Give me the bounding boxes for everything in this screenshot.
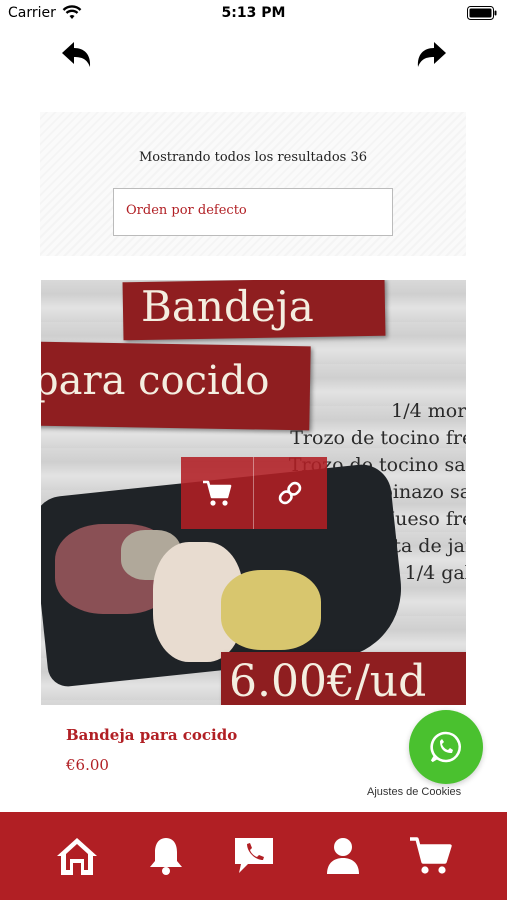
link-icon	[278, 481, 302, 505]
add-to-cart-button[interactable]	[181, 457, 253, 529]
battery-icon	[467, 6, 497, 20]
image-heading-line2: para cocido	[41, 358, 270, 404]
clock: 5:13 PM	[221, 5, 286, 21]
product-action-overlay	[181, 457, 327, 529]
tab-home[interactable]	[52, 834, 102, 878]
back-arrow-icon[interactable]	[60, 40, 94, 70]
results-count-text: Mostrando todos los resultados 36	[138, 150, 368, 165]
tab-cart[interactable]	[406, 834, 456, 878]
product-price: €6.00	[66, 756, 109, 774]
bell-icon	[150, 838, 182, 875]
product-title[interactable]: Bandeja para cocido	[66, 726, 237, 744]
ingredient-line: 1/4 morci	[391, 400, 466, 422]
whatsapp-button[interactable]	[409, 710, 483, 784]
forward-arrow-icon[interactable]	[414, 40, 448, 70]
whatsapp-icon	[430, 731, 462, 763]
user-icon	[327, 838, 359, 874]
chat-phone-icon	[235, 838, 273, 873]
tab-contact[interactable]	[229, 834, 279, 878]
cookie-settings-link[interactable]: Ajustes de Cookies	[367, 786, 461, 798]
status-bar: Carrier 5:13 PM	[0, 0, 507, 30]
results-panel: Mostrando todos los resultados 36 Orden …	[40, 112, 466, 256]
cart-icon	[203, 480, 232, 506]
image-heading-line1: Bandeja	[141, 282, 314, 331]
product-link-button[interactable]	[254, 457, 326, 529]
sort-order-select[interactable]: Orden por defecto	[113, 188, 393, 236]
cart-icon	[410, 837, 452, 874]
tab-account[interactable]	[318, 834, 368, 878]
home-icon	[57, 838, 97, 875]
ingredient-line: Trozo de tocino fres	[290, 427, 466, 449]
image-price-tag: 6.00€/ud	[229, 656, 427, 705]
image-meat	[221, 570, 321, 650]
bottom-navigation	[0, 812, 507, 900]
tab-notifications[interactable]	[141, 834, 191, 878]
